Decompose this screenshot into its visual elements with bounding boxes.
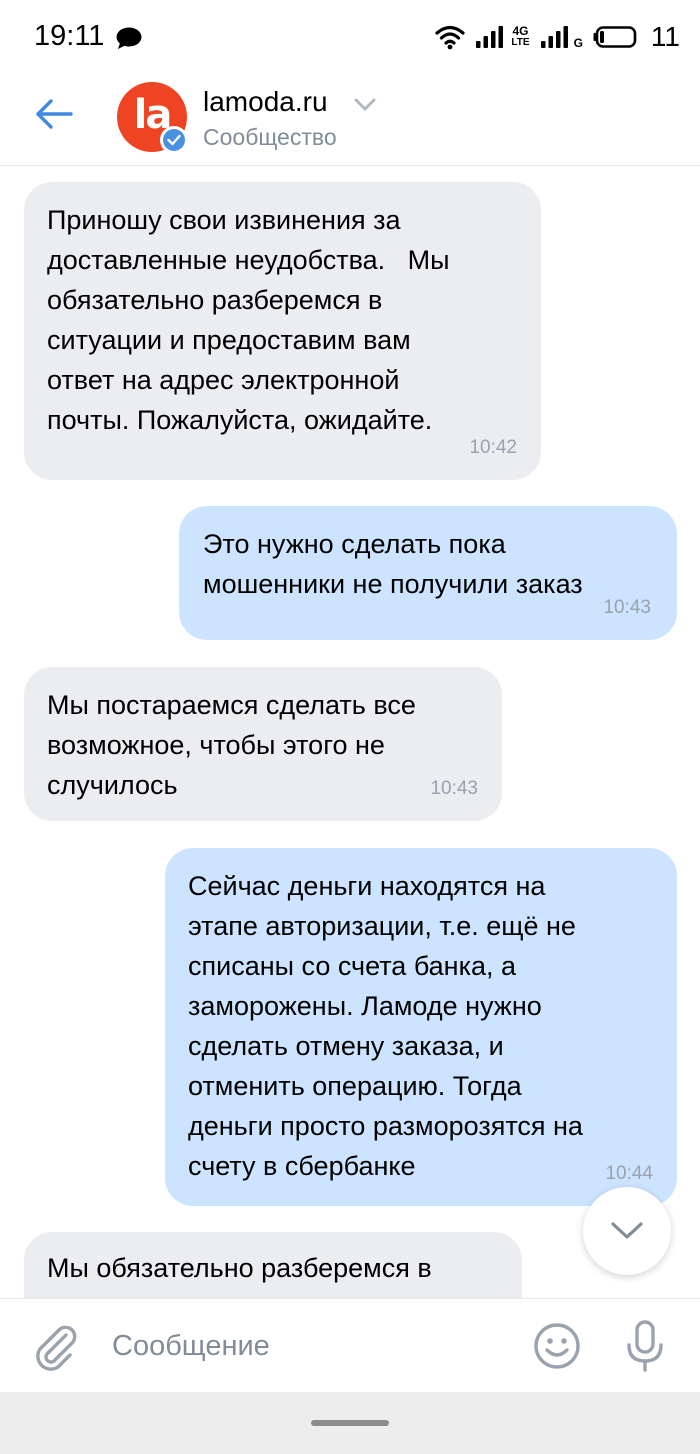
battery-level: 11	[650, 21, 680, 52]
chat-subtitle: Сообщество	[203, 124, 337, 150]
message-text: Это нужно сделать пока мошенники не полу…	[203, 529, 583, 599]
message-time: 10:43	[430, 778, 478, 799]
battery-icon	[593, 26, 637, 48]
message-composer	[0, 1298, 700, 1392]
network-type-g: G	[573, 36, 583, 50]
chat-header: la lamoda.ru Сообщество	[0, 74, 700, 166]
message-notification-icon	[116, 27, 142, 49]
arrow-left-icon	[36, 99, 73, 129]
home-indicator[interactable]	[311, 1420, 389, 1426]
message-time: 10:43	[603, 597, 651, 618]
message-text: Мы обязательно разберемся в	[47, 1253, 432, 1283]
message-outgoing[interactable]: Сейчас деньги находятся на этапе авториз…	[165, 848, 677, 1206]
microphone-icon[interactable]	[622, 1319, 668, 1373]
message-incoming[interactable]: Приношу свои извинения за доставленные н…	[24, 182, 541, 480]
status-icons: 4G LTE G 11	[435, 20, 680, 54]
status-time: 19:11	[34, 20, 105, 52]
chevron-down-icon	[611, 1222, 643, 1239]
chat-title[interactable]: lamoda.ru	[203, 86, 328, 118]
message-text: Приношу свои извинения за доставленные н…	[47, 205, 450, 435]
wifi-icon	[435, 25, 466, 50]
smile-icon[interactable]	[532, 1321, 582, 1371]
system-navigation-bar	[0, 1392, 700, 1454]
signal-icon-2	[540, 26, 568, 48]
status-bar: 19:11 4G LTE G 11	[0, 0, 700, 74]
message-text: Сейчас деньги находятся на этапе авториз…	[188, 871, 583, 1181]
paperclip-icon[interactable]	[30, 1321, 80, 1371]
message-input[interactable]	[112, 1319, 512, 1373]
signal-icon	[476, 26, 504, 48]
verified-badge	[160, 126, 188, 154]
message-incoming[interactable]: Мы постараемся сделать все возможное, чт…	[24, 667, 502, 821]
message-text: Мы постараемся сделать все возможное, чт…	[47, 690, 416, 800]
network-type-4g: 4G LTE	[511, 24, 530, 48]
message-time: 10:42	[469, 437, 517, 458]
scroll-down-button[interactable]	[583, 1187, 671, 1275]
chevron-down-icon[interactable]	[354, 98, 376, 112]
message-outgoing[interactable]: Это нужно сделать пока мошенники не полу…	[179, 506, 677, 640]
check-icon	[167, 134, 181, 146]
back-button[interactable]	[28, 94, 80, 134]
